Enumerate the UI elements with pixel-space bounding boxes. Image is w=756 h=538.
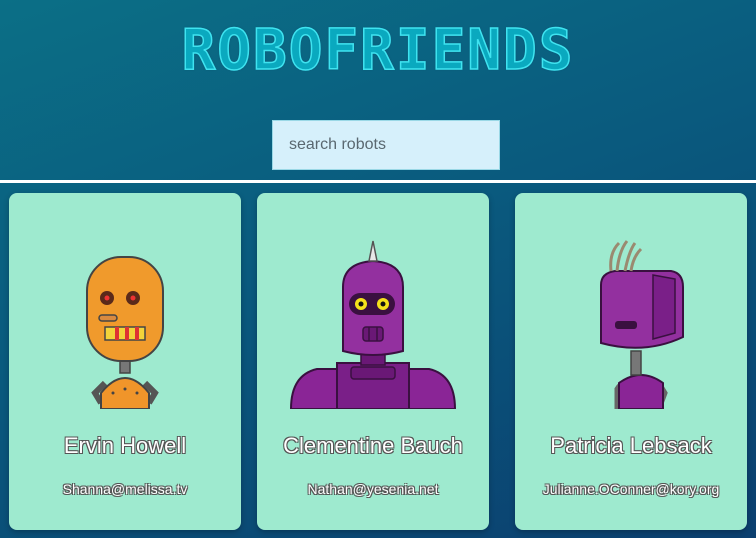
robot-card[interactable]: Ervin Howell Shanna@melissa.tv — [9, 193, 241, 530]
robot-email: Shanna@melissa.tv — [62, 481, 188, 497]
search-input[interactable] — [272, 120, 500, 170]
purple-robot-avatar — [289, 240, 457, 409]
robot-card[interactable]: Patricia Lebsack Julianne.OConner@kory.o… — [515, 193, 747, 530]
orange-robot-avatar — [86, 256, 164, 409]
robot-name: Clementine Bauch — [283, 433, 463, 458]
page-header: ROBOFRIENDS — [0, 0, 756, 180]
header-divider — [0, 180, 756, 183]
robot-email: Julianne.OConner@kory.org — [542, 481, 720, 497]
robot-name: Patricia Lebsack — [550, 433, 712, 458]
purple-robot-avatar — [600, 240, 684, 409]
app-title: ROBOFRIENDS — [181, 17, 575, 84]
robot-card[interactable]: Clementine Bauch Nathan@yesenia.net — [257, 193, 489, 530]
robot-email: Nathan@yesenia.net — [307, 481, 439, 497]
robot-name: Ervin Howell — [63, 433, 187, 458]
